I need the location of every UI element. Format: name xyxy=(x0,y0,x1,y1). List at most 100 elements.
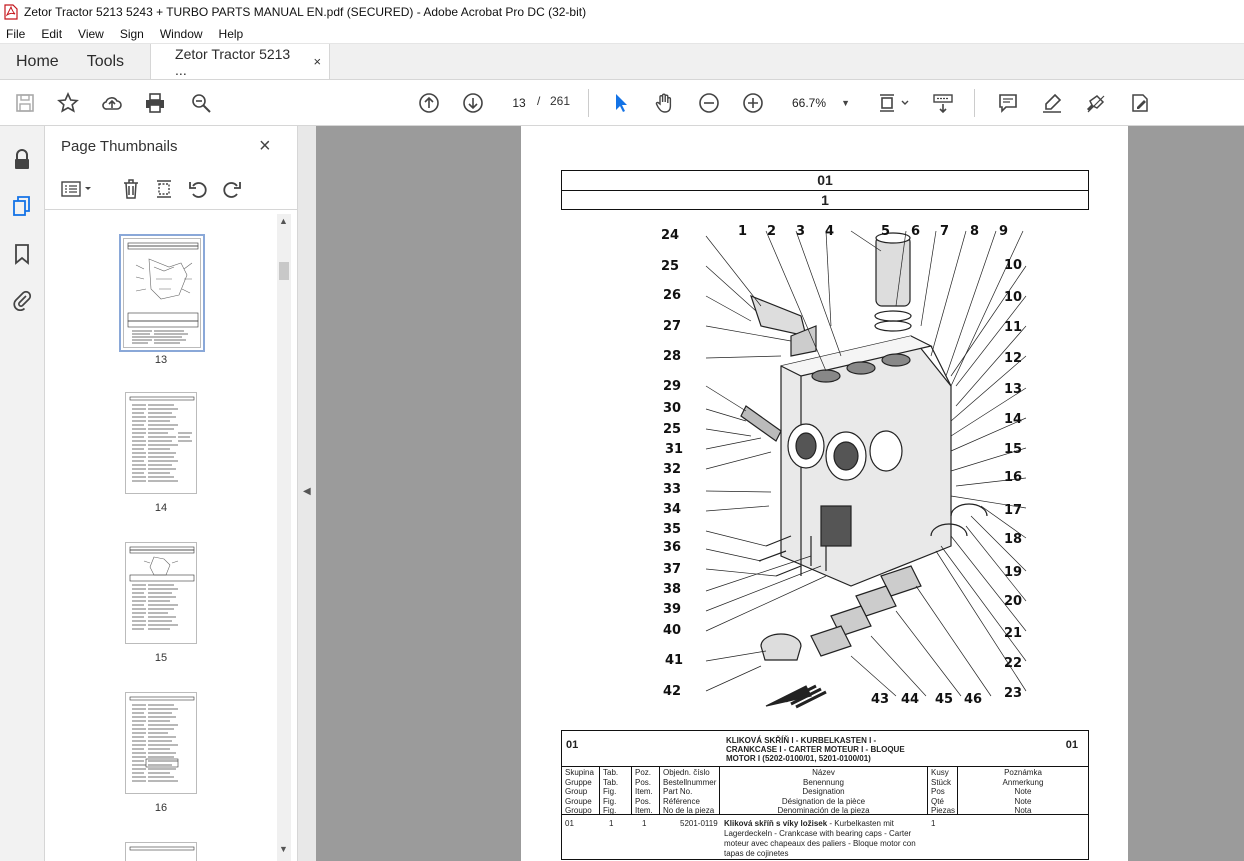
thumbnail-scrollbar[interactable]: ▲ ▼ xyxy=(277,214,291,861)
scroll-mode-button[interactable] xyxy=(931,91,955,115)
arrow-up-circle-icon xyxy=(419,93,439,113)
previous-page-button[interactable] xyxy=(417,91,441,115)
page-header-table: 01 1 xyxy=(561,170,1089,210)
options-menu-button[interactable] xyxy=(61,178,95,200)
tab-close-icon[interactable]: × xyxy=(313,54,321,69)
pdf-page: 01 1 24 25 26 27 28 29 30 25 31 32 33 34… xyxy=(521,126,1128,861)
hand-tool-button[interactable] xyxy=(653,91,677,115)
column-header-note: Poznámka Anmerkung Note Note Nota xyxy=(1002,768,1044,815)
cell-name: Kliková skříň s víky ložisek - Kurbelkas… xyxy=(720,819,928,859)
bookmark-star-button[interactable] xyxy=(56,91,80,115)
menu-view[interactable]: View xyxy=(76,27,106,41)
tab-document[interactable]: Zetor Tractor 5213 ... × xyxy=(150,44,331,79)
thumbnail-preview xyxy=(129,846,195,851)
callout-number: 25 xyxy=(661,259,680,274)
highlight-button[interactable] xyxy=(1040,91,1064,115)
lock-icon xyxy=(15,149,29,169)
menu-window[interactable]: Window xyxy=(158,27,205,41)
callout-number: 18 xyxy=(1004,532,1023,547)
page-thumbnails-panel: Page Thumbnails × 13 14 15 16 ▲ ▼ xyxy=(45,126,298,861)
scroll-down-icon[interactable]: ▼ xyxy=(279,844,288,854)
callout-number: 24 xyxy=(661,228,680,243)
minus-circle-icon xyxy=(699,93,719,113)
callout-number: 25 xyxy=(663,422,682,437)
extract-page-button[interactable] xyxy=(153,178,175,200)
callout-number: 4 xyxy=(825,224,835,239)
tab-document-label: Zetor Tractor 5213 ... xyxy=(175,45,291,78)
list-options-icon xyxy=(61,181,91,197)
rotate-clockwise-button[interactable] xyxy=(221,178,243,200)
window-title: Zetor Tractor 5213 5243 + TURBO PARTS MA… xyxy=(24,5,587,19)
scrollbar-thumb[interactable] xyxy=(279,262,289,280)
callout-number: 37 xyxy=(663,562,682,577)
menu-help[interactable]: Help xyxy=(217,27,246,41)
thumbnail-preview xyxy=(129,396,195,482)
callout-number: 7 xyxy=(940,224,950,239)
zoom-level-dropdown[interactable]: 66.7% ▼ xyxy=(788,92,854,114)
select-tool-button[interactable] xyxy=(609,91,633,115)
callout-number: 17 xyxy=(1004,503,1023,518)
header-group-number: 01 xyxy=(817,172,833,188)
table-row: 01 1 1 5201-0119 Kliková skříň s víky lo… xyxy=(562,815,1088,859)
callout-number: 40 xyxy=(663,623,682,638)
thumbnail-page[interactable] xyxy=(125,842,197,861)
thumbnail-preview xyxy=(129,696,195,782)
zoom-in-button[interactable] xyxy=(741,91,765,115)
bookmarks-button[interactable] xyxy=(10,242,34,266)
zoom-out-button[interactable] xyxy=(697,91,721,115)
share-upload-button[interactable] xyxy=(100,91,124,115)
tab-home[interactable]: Home xyxy=(0,44,75,79)
scroll-up-icon[interactable]: ▲ xyxy=(279,216,288,226)
keyboard-scroll-icon xyxy=(933,94,953,114)
group-number-left: 01 xyxy=(566,739,579,751)
page-number-input[interactable]: 13 xyxy=(504,92,534,114)
thumbnail-toolbar xyxy=(45,170,298,210)
panel-close-icon[interactable]: × xyxy=(259,135,271,158)
column-header-group: Skupina Gruppe Group Groupe Groupo xyxy=(562,767,600,815)
print-button[interactable] xyxy=(143,91,167,115)
rotate-left-icon xyxy=(189,182,207,198)
thumbnail-list: 13 14 15 16 xyxy=(45,214,277,861)
callout-number: 5 xyxy=(881,224,891,239)
thumbnail-page[interactable] xyxy=(125,542,197,644)
comment-button[interactable] xyxy=(996,91,1020,115)
thumbnail-page[interactable] xyxy=(125,692,197,794)
panel-collapse-handle[interactable]: ◀ xyxy=(298,126,316,861)
panel-title: Page Thumbnails xyxy=(61,138,178,155)
sign-button[interactable] xyxy=(1084,91,1108,115)
security-button[interactable] xyxy=(10,148,34,172)
rotate-counterclockwise-button[interactable] xyxy=(187,178,209,200)
attachments-button[interactable] xyxy=(10,288,34,312)
thumbnail-page[interactable] xyxy=(125,392,197,494)
callout-number: 27 xyxy=(663,319,682,334)
menu-sign[interactable]: Sign xyxy=(118,27,146,41)
page-layout-button[interactable] xyxy=(876,91,912,115)
tab-tools[interactable]: Tools xyxy=(75,44,140,79)
callout-number: 31 xyxy=(665,442,684,457)
column-header-part-number: Objedn. číslo Bestellnummer Part No. Référe… xyxy=(660,767,720,815)
menu-file[interactable]: File xyxy=(4,27,27,41)
edit-document-icon xyxy=(1132,94,1148,112)
callout-number: 44 xyxy=(901,692,920,707)
callout-number: 30 xyxy=(663,401,682,416)
delete-page-button[interactable] xyxy=(120,178,142,200)
thumbnail-label: 13 xyxy=(154,354,168,366)
callout-number: 6 xyxy=(911,224,921,239)
fill-sign-button[interactable] xyxy=(1128,91,1152,115)
save-button[interactable] xyxy=(13,91,37,115)
page-thumbnails-button[interactable] xyxy=(10,194,34,218)
menu-edit[interactable]: Edit xyxy=(39,27,64,41)
assembly-title-line: MOTOR I (5202-0100/01, 5201-0100/01) xyxy=(726,754,871,763)
callout-number: 32 xyxy=(663,462,682,477)
document-viewer[interactable]: 01 1 24 25 26 27 28 29 30 25 31 32 33 34… xyxy=(316,126,1244,861)
column-header-figure: Tab. Tab. Fig. Fig. Fig. xyxy=(600,767,632,815)
next-page-button[interactable] xyxy=(461,91,485,115)
find-button[interactable] xyxy=(189,91,213,115)
part-name-bold: Kliková skříň s víky ložisek xyxy=(724,819,828,828)
title-bar: Zetor Tractor 5213 5243 + TURBO PARTS MA… xyxy=(0,0,1244,24)
callout-number: 46 xyxy=(964,692,983,707)
callout-number: 35 xyxy=(663,522,682,537)
page-separator: / xyxy=(537,94,541,108)
callout-number: 11 xyxy=(1004,320,1023,335)
thumbnail-page[interactable] xyxy=(119,234,205,352)
